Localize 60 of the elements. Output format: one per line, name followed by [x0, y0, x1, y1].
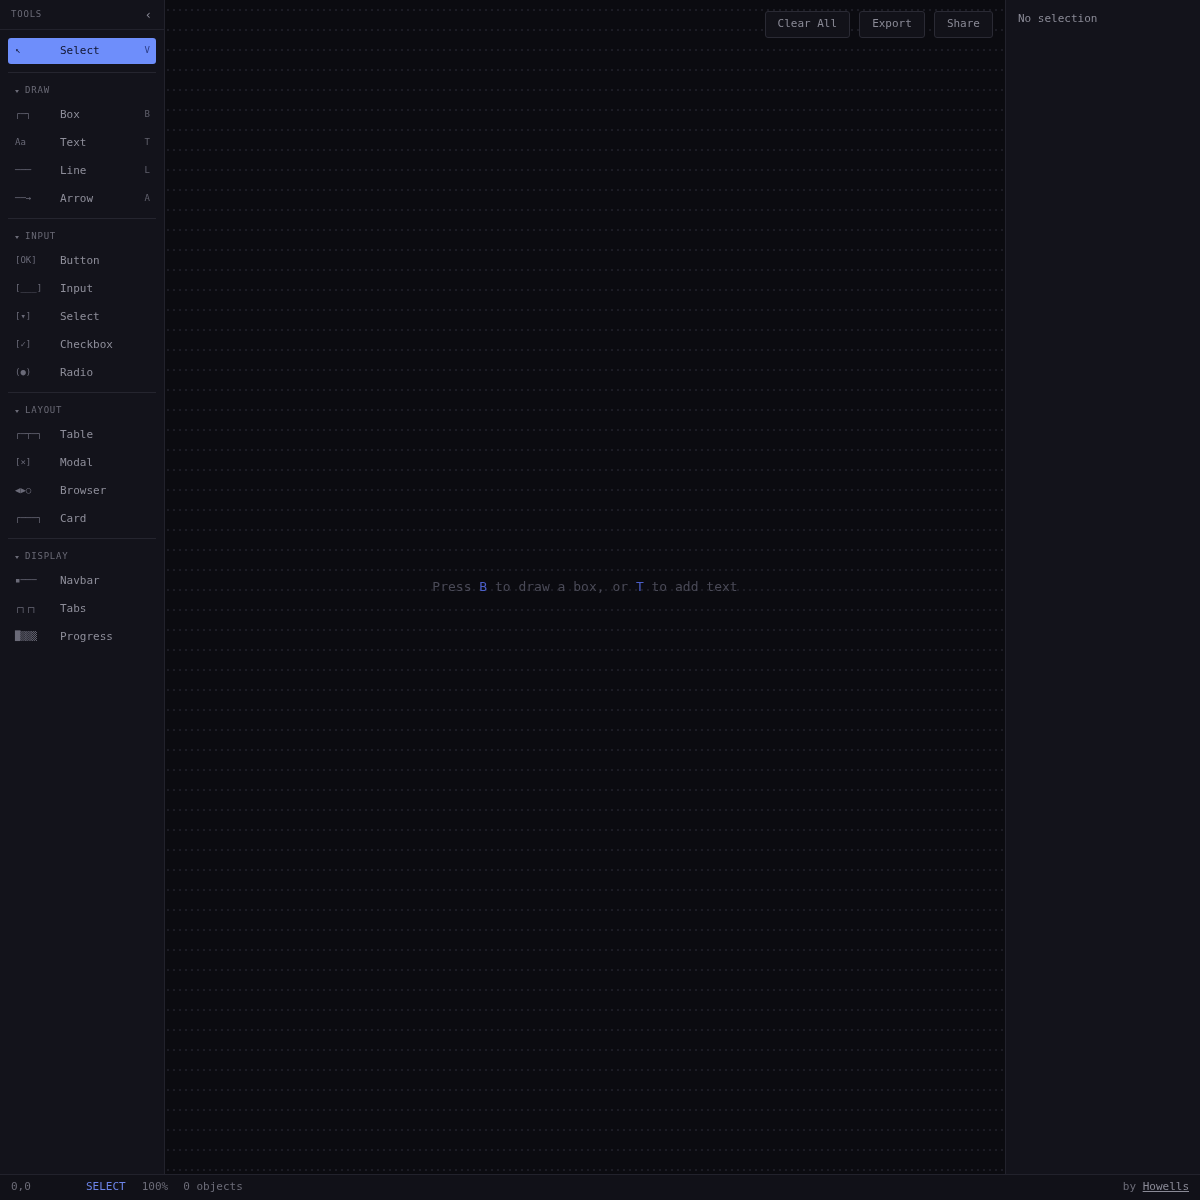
- tool-item[interactable]: ┌───┐ Card: [8, 505, 156, 533]
- tool-item[interactable]: █▒▒▒ Progress: [8, 623, 156, 651]
- tool-glyph: [___]: [15, 282, 44, 296]
- tool-glyph: [▾]: [15, 310, 33, 324]
- tool-item[interactable]: [___] Input: [8, 275, 156, 303]
- shortcut-hint: V: [144, 44, 150, 58]
- tool-glyph: ┌┐┌┐: [15, 602, 38, 616]
- toolbar-button[interactable]: Share: [933, 11, 993, 38]
- caret-icon[interactable]: [15, 409, 19, 413]
- section-title: DRAW: [25, 84, 50, 98]
- collapse-button[interactable]: ‹: [144, 8, 152, 21]
- credit-text: by Howells: [1122, 1179, 1189, 1196]
- section-title: INPUT: [25, 230, 57, 244]
- object-count: 0 objects: [183, 1179, 243, 1196]
- caret-icon[interactable]: [15, 235, 19, 239]
- shortcut-hint: T: [144, 136, 150, 150]
- tool-glyph: ┌─┬─┐: [15, 428, 44, 442]
- section-title: LAYOUT: [25, 404, 63, 418]
- cursor-position: 0,0: [11, 1179, 32, 1196]
- tool-glyph: ┌───┐: [15, 512, 44, 526]
- tool-glyph: Aa: [15, 136, 27, 150]
- tool-glyph: ───: [15, 164, 33, 178]
- caret-icon[interactable]: [15, 89, 19, 93]
- tool-item[interactable]: ↖ Select V: [8, 38, 156, 64]
- author-link[interactable]: Howells: [1142, 1180, 1189, 1194]
- tool-glyph: (●): [15, 366, 33, 380]
- zoom-level: 100%: [141, 1179, 169, 1196]
- tool-item[interactable]: [✓] Checkbox: [8, 331, 156, 359]
- empty-canvas-hint: Press B to draw a box, or T to add text: [432, 578, 738, 597]
- toolbar-button[interactable]: Export: [859, 11, 925, 38]
- tool-glyph: [✓]: [15, 338, 33, 352]
- tool-glyph: ┌─┐: [15, 108, 33, 122]
- tool-glyph: ◀▶○: [15, 484, 33, 498]
- tool-item[interactable]: [×] Modal: [8, 449, 156, 477]
- tool-item[interactable]: ┌─┐ Box B: [8, 101, 156, 129]
- empty-selection-text: No selection: [1018, 11, 1099, 27]
- tool-glyph: ▪───: [15, 574, 38, 588]
- tool-item[interactable]: ▪─── Navbar: [8, 567, 156, 595]
- tool-item[interactable]: [▾] Select: [8, 303, 156, 331]
- tool-item[interactable]: [OK] Button: [8, 247, 156, 275]
- tool-glyph: [OK]: [15, 254, 38, 268]
- tool-mode: SELECT: [86, 1179, 126, 1196]
- tool-item[interactable]: ──→ Arrow A: [8, 185, 156, 213]
- section-title: DISPLAY: [25, 550, 69, 564]
- tool-item[interactable]: (●) Radio: [8, 359, 156, 387]
- caret-icon[interactable]: [15, 555, 19, 559]
- sidebar-title: TOOLS: [11, 7, 43, 21]
- tool-glyph: ──→: [15, 192, 33, 206]
- tool-item[interactable]: Aa Text T: [8, 129, 156, 157]
- tool-item[interactable]: ─── Line L: [8, 157, 156, 185]
- tool-item[interactable]: ┌─┬─┐ Table: [8, 421, 156, 449]
- shortcut-hint: A: [144, 192, 150, 206]
- tool-glyph: ↖: [15, 44, 22, 58]
- toolbar-button[interactable]: Clear All: [764, 11, 851, 38]
- shortcut-hint: L: [144, 164, 150, 178]
- shortcut-hint: B: [144, 108, 150, 122]
- tool-item[interactable]: ┌┐┌┐ Tabs: [8, 595, 156, 623]
- tool-glyph: █▒▒▒: [15, 630, 38, 644]
- tool-item[interactable]: ◀▶○ Browser: [8, 477, 156, 505]
- tool-glyph: [×]: [15, 456, 33, 470]
